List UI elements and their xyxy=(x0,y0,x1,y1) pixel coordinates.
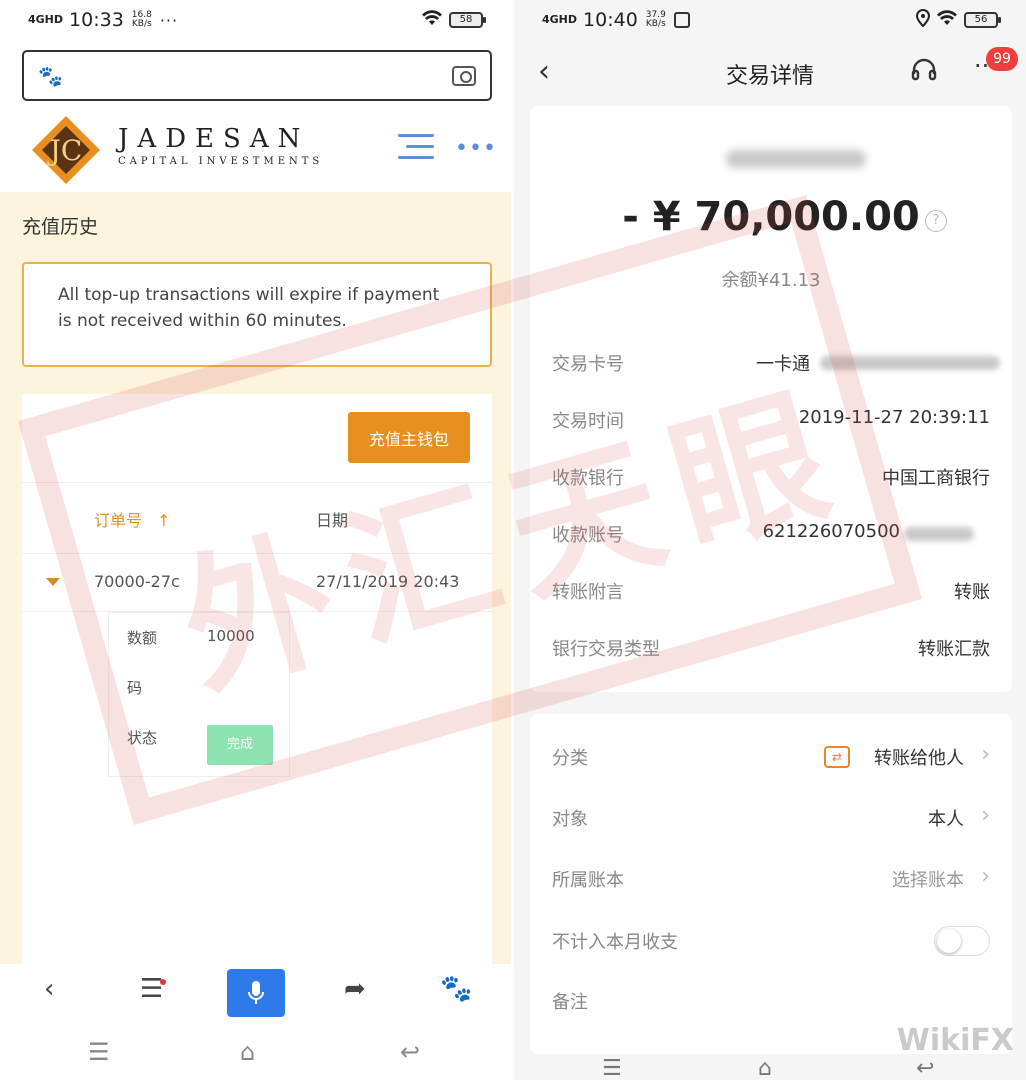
column-date[interactable]: 日期 xyxy=(316,507,348,531)
back-icon[interactable]: ‹ xyxy=(44,974,54,1004)
wifi-icon xyxy=(936,9,958,32)
clock: 10:33 xyxy=(69,9,124,31)
note-row[interactable]: 备注 xyxy=(552,988,990,1018)
system-home-icon[interactable]: ⌂ xyxy=(758,1056,772,1080)
category-row[interactable]: 分类 ⇄ 转账给他人 › xyxy=(552,742,990,774)
address-bar[interactable]: 🐾 xyxy=(22,50,492,101)
share-icon[interactable]: ➦ xyxy=(344,974,366,1004)
browser-toolbar: ‹ ☰ ➦ 🐾 xyxy=(0,964,511,1024)
page-title: 交易详情 xyxy=(725,64,814,89)
exclude-row: 不计入本月收支 xyxy=(552,926,990,958)
site-header: JC JADESAN CAPITAL INVESTMENTS ••• xyxy=(0,106,511,192)
jadesan-logo-icon: JC xyxy=(32,116,100,184)
signal-icon: 4GHD xyxy=(28,13,64,26)
detail-row-type: 银行交易类型 转账汇款 xyxy=(552,639,990,660)
detail-row-card: 交易卡号 一卡通 xyxy=(552,350,1000,380)
page-title: 充值历史 xyxy=(22,216,99,238)
detail-row-bank: 收款银行 中国工商银行 xyxy=(552,468,990,489)
help-icon[interactable]: ? xyxy=(925,210,947,232)
target-row[interactable]: 对象 本人 › xyxy=(552,803,990,835)
right-screenshot: 4GHD 10:40 37.9 KB/s 56 ‹ 交易详情 ··· 99 - … xyxy=(514,0,1026,1080)
message-count-badge: 99 xyxy=(986,47,1018,71)
balance-text: 余额¥41.13 xyxy=(721,270,821,291)
system-menu-icon[interactable]: ☰ xyxy=(88,1038,110,1066)
status-bar: 4GHD 10:40 37.9 KB/s 56 xyxy=(514,0,1026,40)
status-badge: 完成 xyxy=(207,725,273,765)
clock: 10:40 xyxy=(583,9,638,31)
row-detail: 数额 10000 码 状态 完成 xyxy=(108,612,290,777)
amount-value: 10000 xyxy=(207,627,255,645)
battery-icon: 58 xyxy=(449,12,486,28)
network-speed: 16.8 KB/s xyxy=(131,10,152,29)
menu-icon[interactable] xyxy=(398,134,434,167)
menu-list-icon[interactable]: ☰ xyxy=(140,974,163,1004)
sort-up-icon: ↑ xyxy=(157,511,171,530)
camera-icon[interactable] xyxy=(452,65,476,86)
order-date: 27/11/2019 20:43 xyxy=(316,572,460,591)
notification-dot xyxy=(160,979,166,985)
exclude-toggle[interactable] xyxy=(934,926,990,956)
blurred-account-number xyxy=(904,527,974,541)
transaction-options-card: 分类 ⇄ 转账给他人 › 对象 本人 › 所属账本 选择账本 › 不计入本月收支… xyxy=(530,714,1012,1054)
baidu-home-icon[interactable]: 🐾 xyxy=(440,974,472,1004)
system-nav-bar: ☰ ⌂ ↩ xyxy=(0,1024,511,1080)
battery-icon: 56 xyxy=(964,12,1001,28)
blurred-card-number xyxy=(820,356,1000,370)
expiry-notice: All top-up transactions will expire if p… xyxy=(22,262,492,367)
system-back-icon[interactable]: ↩ xyxy=(916,1056,934,1080)
headset-icon[interactable] xyxy=(910,56,938,90)
detail-row-memo: 转账附言 转账 xyxy=(552,582,990,603)
transaction-summary-card: - ¥ 70,000.00 ? 余额¥41.13 交易卡号 一卡通 交易时间 2… xyxy=(530,106,1012,692)
status-bar: 4GHD 10:33 16.8 KB/s ··· 58 xyxy=(0,0,511,40)
status-label: 状态 xyxy=(127,729,158,747)
system-back-icon[interactable]: ↩ xyxy=(400,1038,420,1066)
detail-row-time: 交易时间 2019-11-27 20:39:11 xyxy=(552,407,990,432)
voice-search-button[interactable] xyxy=(227,969,285,1017)
history-card: 充值主钱包 订单号 ↑ 日期 70000-27c 27/11/2019 20:4… xyxy=(22,394,492,969)
wifi-icon xyxy=(421,9,443,32)
order-number: 70000-27c xyxy=(94,572,180,591)
column-order-number[interactable]: 订单号 ↑ xyxy=(94,507,171,531)
table-row[interactable]: 70000-27c 27/11/2019 20:43 xyxy=(22,554,492,612)
topup-main-wallet-button[interactable]: 充值主钱包 xyxy=(348,412,470,463)
location-icon xyxy=(915,8,931,32)
topup-history-page: 充值历史 All top-up transactions will expire… xyxy=(0,192,511,969)
site-logo-text: JADESAN CAPITAL INVESTMENTS xyxy=(118,124,324,167)
detail-row-account: 收款账号 621226070500 xyxy=(552,521,990,551)
chevron-right-icon: › xyxy=(981,803,990,828)
wikifx-watermark: WikiFX xyxy=(896,1023,1014,1058)
transfer-icon: ⇄ xyxy=(824,746,850,768)
system-menu-icon[interactable]: ☰ xyxy=(602,1056,622,1080)
code-label: 码 xyxy=(127,679,143,697)
alipay-notification-icon xyxy=(673,12,690,28)
system-home-icon[interactable]: ⌂ xyxy=(240,1038,255,1066)
amount-label: 数额 xyxy=(127,629,158,647)
signal-icon: 4GHD xyxy=(542,13,578,26)
blurred-payee-name xyxy=(726,150,866,168)
svg-text:JC: JC xyxy=(47,134,83,167)
account-book-row[interactable]: 所属账本 选择账本 › xyxy=(552,864,990,896)
chevron-right-icon: › xyxy=(981,864,990,889)
transaction-header: ‹ 交易详情 ··· 99 xyxy=(514,40,1026,104)
network-speed: 37.9 KB/s xyxy=(645,10,666,29)
more-icon[interactable]: ••• xyxy=(455,136,497,161)
expand-caret-icon[interactable] xyxy=(46,578,60,586)
table-header: 订单号 ↑ 日期 xyxy=(22,482,492,554)
left-screenshot: 4GHD 10:33 16.8 KB/s ··· 58 🐾 JC JADESAN… xyxy=(0,0,511,1080)
more-notifications-icon: ··· xyxy=(159,10,179,30)
chevron-right-icon: › xyxy=(981,742,990,767)
baidu-paw-icon: 🐾 xyxy=(38,63,63,88)
